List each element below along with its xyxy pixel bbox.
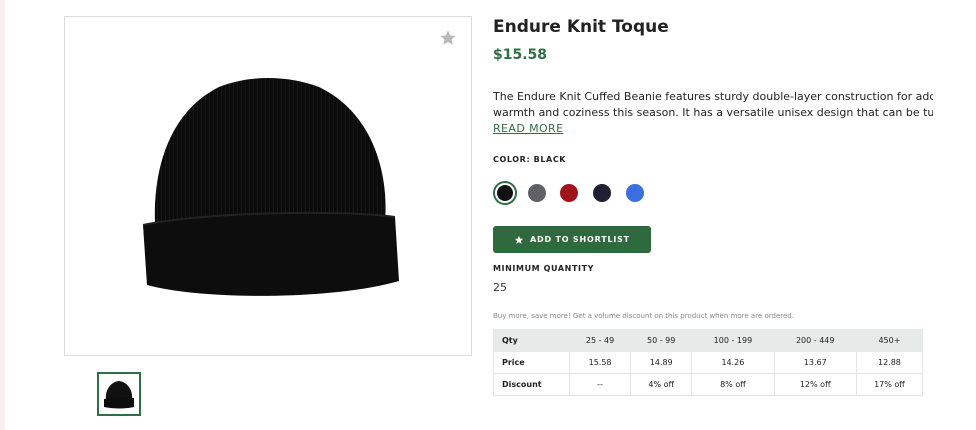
description-line: warmth and coziness this season. It has … — [493, 106, 933, 119]
table-cell: 4% off — [630, 373, 693, 396]
star-icon[interactable] — [439, 29, 457, 47]
volume-discount-note: Buy more, save more! Get a volume discou… — [493, 312, 794, 320]
table-cell: 200 - 449 — [773, 329, 857, 352]
swatch-black[interactable] — [493, 181, 517, 205]
table-cell: 450+ — [855, 329, 924, 352]
table-cell: 8% off — [691, 373, 775, 396]
table-cell: 14.89 — [630, 351, 693, 374]
table-cell: 25 - 49 — [568, 329, 632, 352]
product-title: Endure Knit Toque — [493, 17, 669, 37]
product-image-panel — [64, 16, 472, 356]
table-cell: 15.58 — [568, 351, 632, 374]
minimum-quantity-label: MINIMUM QUANTITY — [493, 264, 595, 273]
table-cell: Discount — [493, 373, 570, 396]
color-label: COLOR: BLACK — [493, 155, 567, 164]
table-cell: 14.26 — [691, 351, 775, 374]
shortlist-label: ADD TO SHORTLIST — [530, 235, 630, 244]
table-cell: 12.88 — [855, 351, 924, 374]
swatch-red[interactable] — [560, 184, 578, 202]
swatch-royal-blue[interactable] — [626, 184, 644, 202]
table-cell: -- — [568, 373, 632, 396]
thumbnail-image — [104, 381, 134, 409]
volume-pricing-table: Qty 25 - 49 50 - 99 100 - 199 200 - 449 … — [493, 329, 924, 396]
read-more-link[interactable]: READ MORE — [493, 122, 563, 135]
minimum-quantity-value: 25 — [493, 281, 507, 294]
table-cell: 12% off — [773, 373, 857, 396]
table-cell: Price — [493, 351, 570, 374]
table-cell: Qty — [493, 329, 570, 352]
add-to-shortlist-button[interactable]: ADD TO SHORTLIST — [493, 226, 651, 253]
table-cell: 100 - 199 — [691, 329, 775, 352]
table-cell: 17% off — [855, 373, 924, 396]
swatch-navy[interactable] — [593, 184, 611, 202]
description-line: The Endure Knit Cuffed Beanie features s… — [493, 90, 933, 103]
swatch-charcoal[interactable] — [528, 184, 546, 202]
table-row-discount: Discount -- 4% off 8% off 12% off 17% of… — [493, 373, 924, 396]
table-row-price: Price 15.58 14.89 14.26 13.67 12.88 — [493, 351, 924, 374]
table-cell: 13.67 — [773, 351, 857, 374]
product-price: $15.58 — [493, 47, 548, 63]
table-cell: 50 - 99 — [630, 329, 693, 352]
table-header-row: Qty 25 - 49 50 - 99 100 - 199 200 - 449 … — [493, 329, 924, 352]
product-image-beanie — [142, 78, 399, 296]
thumbnail-beanie[interactable] — [97, 372, 141, 416]
product-description: The Endure Knit Cuffed Beanie features s… — [493, 89, 933, 121]
star-icon — [514, 235, 524, 244]
page-edge — [0, 0, 5, 430]
